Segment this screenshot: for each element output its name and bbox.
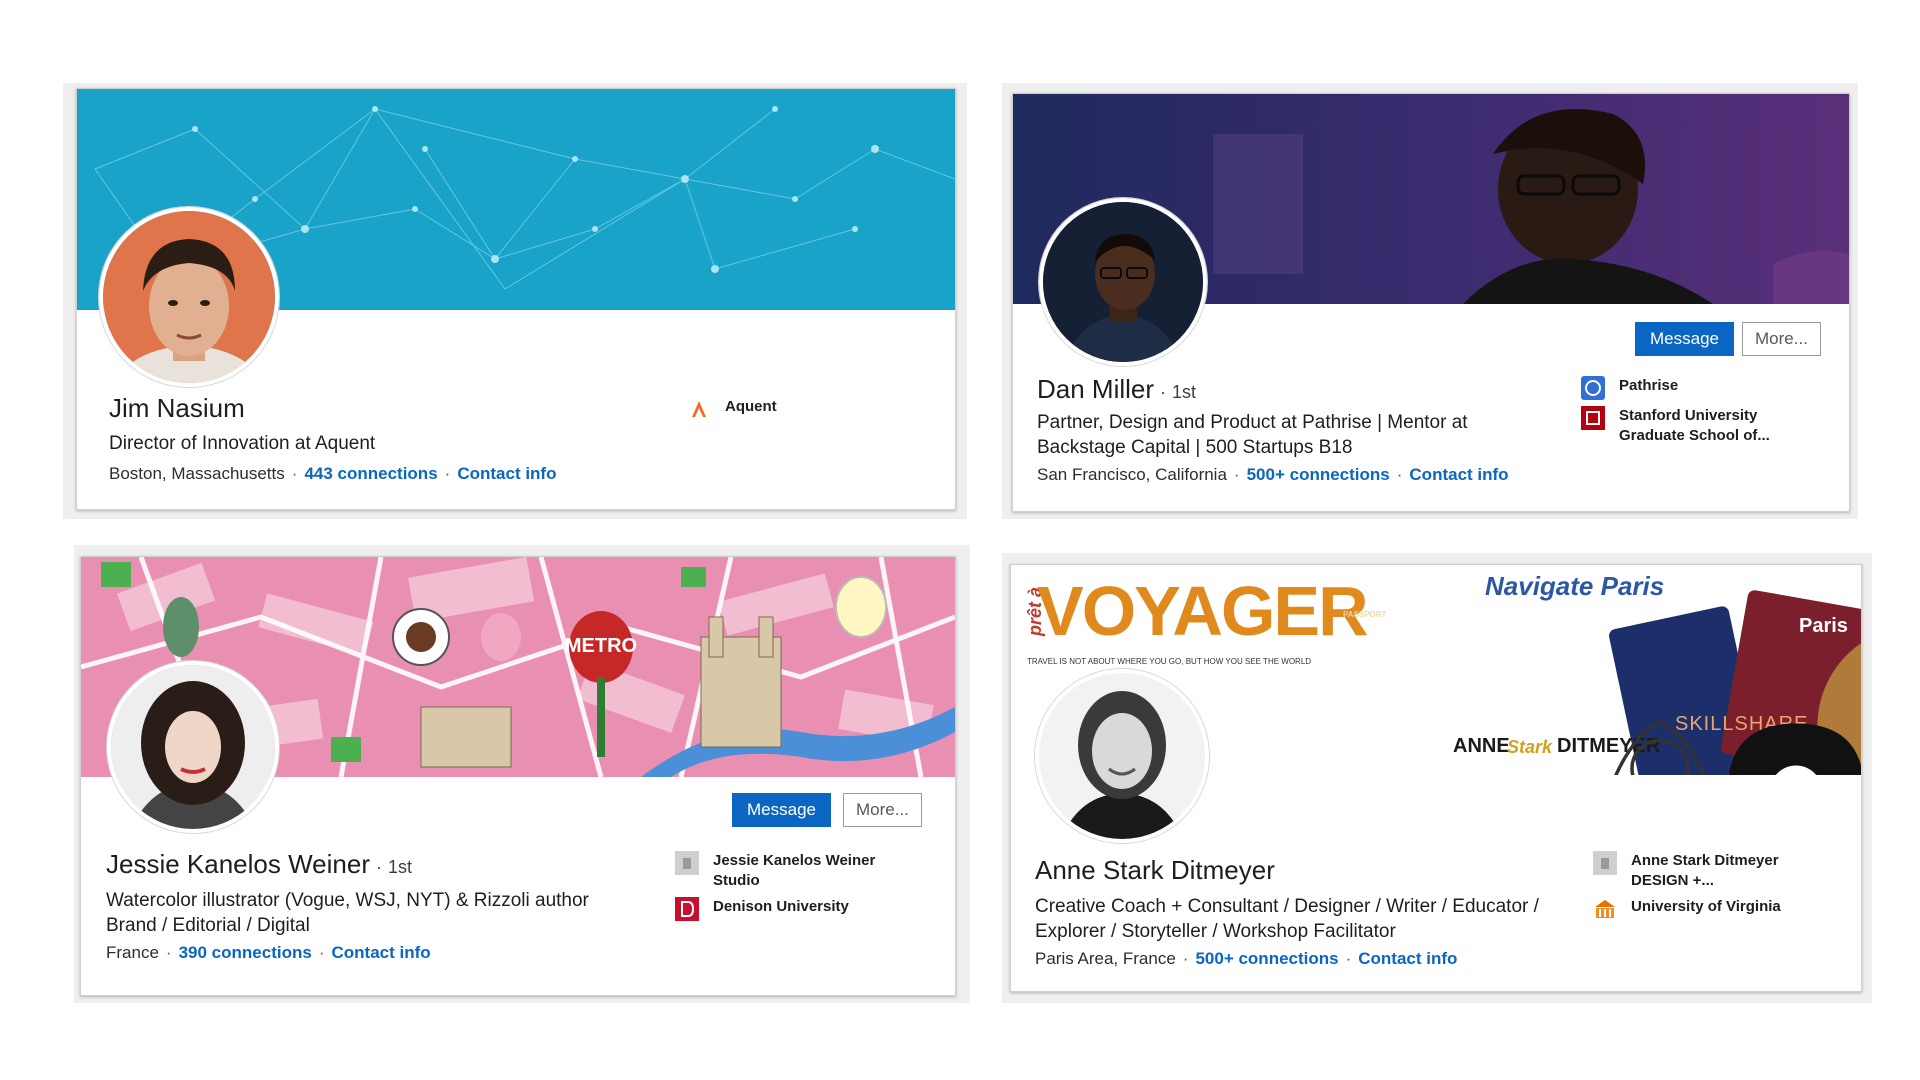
profile-side-info: Anne Stark Ditmeyer DESIGN +... Universi… [1593,851,1813,927]
company-label: Anne Stark Ditmeyer DESIGN +... [1631,852,1779,889]
company-row[interactable]: Pathrise [1581,376,1801,400]
school-row[interactable]: Denison University [675,897,895,921]
profile-name: Jessie Kanelos Weiner · 1st [106,849,413,879]
avatar[interactable] [1039,198,1207,366]
location-text: San Francisco, California [1037,465,1227,484]
profile-side-info: Jessie Kanelos Weiner Studio Denison Uni… [675,851,895,927]
school-row[interactable]: University of Virginia [1593,897,1813,921]
profile-meta: San Francisco, California · 500+ connectio… [1037,465,1509,484]
company-label: Aquent [725,398,777,415]
profile-meta: France · 390 connections · Contact info [106,943,431,962]
connections-link[interactable]: 390 connections [179,943,312,962]
banner-passport-text: PASSPORT [1343,610,1387,619]
aquent-logo-icon [687,397,711,421]
connection-degree: · 1st [376,857,413,877]
profile-headline: Creative Coach + Consultant / Designer /… [1035,896,1539,942]
profile-side-info: Aquent [687,397,777,427]
profile-headline: Partner, Design and Product at Pathrise … [1037,412,1468,458]
profile-name: Anne Stark Ditmeyer [1035,855,1275,885]
school-label: University of Virginia [1631,898,1781,915]
profile-card-jessie: METRO Message More... Jessie Kanelos Wei… [80,556,956,996]
profile-card-anne: prêt à VOYAGER TRAVEL IS NOT ABOUT WHERE… [1010,564,1862,992]
uva-logo-icon [1593,897,1617,921]
company-placeholder-icon [675,851,699,875]
connections-link[interactable]: 500+ connections [1195,949,1338,968]
profile-meta: Boston, Massachusetts · 443 connections · Co… [109,464,557,483]
contact-info-link[interactable]: Contact info [331,943,430,962]
location-text: France [106,943,159,962]
school-row[interactable]: Stanford University Graduate School of..… [1581,406,1801,446]
more-button[interactable]: More... [843,793,922,827]
connection-degree: · 1st [1160,382,1197,402]
stanford-logo-icon [1581,406,1605,430]
svg-text:METRO: METRO [565,635,637,657]
company-label: Jessie Kanelos Weiner Studio [713,852,876,889]
company-label: Pathrise [1619,377,1679,394]
banner-voyager-text: VOYAGER [1037,572,1369,650]
denison-logo-icon [675,897,699,921]
avatar[interactable] [107,661,279,833]
company-row[interactable]: Jessie Kanelos Weiner Studio [675,851,895,891]
profile-side-info: Pathrise Stanford University Graduate Sc… [1581,376,1801,452]
company-placeholder-icon [1593,851,1617,875]
contact-info-link[interactable]: Contact info [1409,465,1508,484]
profile-card-dan: Message More... Dan Miller · 1st Partner, … [1012,93,1850,512]
profile-meta: Paris Area, France · 500+ connections · Cont… [1035,949,1458,968]
contact-info-link[interactable]: Contact info [457,464,556,483]
contact-info-link[interactable]: Contact info [1358,949,1457,968]
connections-link[interactable]: 500+ connections [1247,465,1390,484]
school-label: Denison University [713,898,849,915]
profile-name: Dan Miller · 1st [1037,374,1197,404]
message-button[interactable]: Message [732,793,831,827]
connections-link[interactable]: 443 connections [304,464,437,483]
profile-name: Jim Nasium [109,393,245,423]
avatar[interactable] [1035,669,1209,843]
location-text: Paris Area, France [1035,949,1176,968]
banner-tagline-text: TRAVEL IS NOT ABOUT WHERE YOU GO, BUT HO… [1027,657,1312,666]
location-text: Boston, Massachusetts [109,464,285,483]
avatar[interactable] [99,207,279,387]
message-button[interactable]: Message [1635,322,1734,356]
school-label: Stanford University Graduate School of..… [1619,407,1770,444]
more-button[interactable]: More... [1742,322,1821,356]
company-row[interactable]: Anne Stark Ditmeyer DESIGN +... [1593,851,1813,891]
profile-card-jim: Jim Nasium Director of Innovation at Aqu… [76,88,956,510]
pathrise-logo-icon [1581,376,1605,400]
profile-headline: Watercolor illustrator (Vogue, WSJ, NYT)… [106,890,589,936]
profile-headline: Director of Innovation at Aquent [109,433,376,454]
banner-paris-book-text: Paris [1799,615,1848,637]
company-row[interactable]: Aquent [687,397,777,421]
